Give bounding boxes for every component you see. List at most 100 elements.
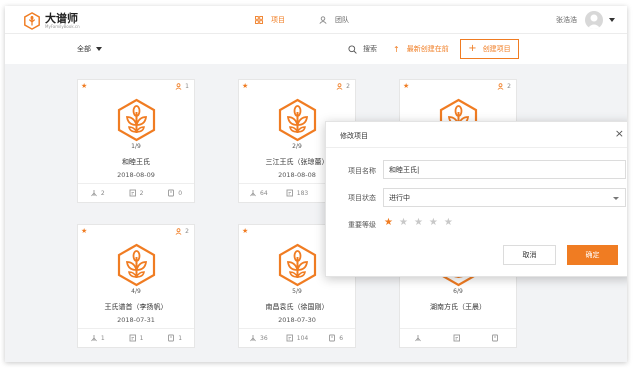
project-name-label: 项目名称: [348, 167, 376, 175]
card-stat: 2: [78, 189, 117, 197]
member-count: 2: [336, 83, 350, 90]
card-stats: [400, 328, 516, 347]
rating-star-icon[interactable]: ★: [384, 218, 393, 228]
card-progress: 6/9: [453, 288, 463, 295]
star-icon[interactable]: ★: [403, 83, 409, 90]
tree-icon: [250, 190, 256, 197]
logo[interactable]: 大谱师 MyFamilyBook.cn: [23, 12, 80, 30]
filter-dropdown[interactable]: 全部: [77, 34, 102, 64]
team-icon: [319, 16, 327, 24]
card-stat-value: 1: [178, 334, 183, 342]
family-tree-icon: [117, 243, 156, 287]
project-status-label: 项目状态: [348, 194, 376, 202]
star-icon[interactable]: ★: [242, 83, 248, 90]
card-stat-value: 183: [296, 189, 309, 197]
star-icon[interactable]: ★: [242, 228, 248, 235]
tree-icon: [414, 335, 421, 342]
tree-icon: [250, 335, 256, 342]
search-icon: [348, 44, 357, 54]
logo-title: 大谱师: [45, 12, 78, 25]
edit-project-dialog: 修改项目 × 项目名称 项目状态 进行中 重要等级 ★ ★ ★ ★ ★ 取消 确定: [325, 121, 627, 277]
project-status-value: 进行中: [389, 193, 410, 202]
rating-star-icon[interactable]: ★: [444, 218, 453, 228]
logo-subtitle: MyFamilyBook.cn: [45, 24, 80, 29]
chevron-down-icon: [96, 47, 102, 51]
card-stat-value: 2: [100, 189, 105, 197]
project-name-input[interactable]: [389, 165, 625, 174]
create-project-label: 创建项目: [482, 45, 511, 53]
rating-star-icon[interactable]: ★: [414, 218, 423, 228]
family-tree-icon: [278, 98, 317, 142]
avatar[interactable]: [585, 11, 603, 29]
card-stat-value: 2: [139, 189, 144, 197]
member-count: 1: [175, 83, 189, 90]
project-card[interactable]: ★ 1 1/9 和睦王氏 2018-08-09 2 2 0: [77, 79, 195, 203]
edit-icon: [453, 334, 460, 342]
chevron-down-icon[interactable]: [609, 18, 615, 22]
card-stat: 2: [117, 189, 156, 197]
search-button[interactable]: 搜索: [348, 34, 377, 64]
star-icon[interactable]: ★: [81, 228, 87, 235]
family-tree-icon: [278, 243, 317, 287]
document-icon: [168, 189, 175, 197]
card-stat: [400, 334, 439, 342]
card-stat-value: 36: [260, 334, 268, 342]
card-stats: 1 1 1: [78, 328, 194, 347]
card-stat: 1: [117, 334, 156, 342]
card-title: 王氏谱首（李扬帆）: [104, 303, 168, 311]
card-stat: [439, 334, 478, 342]
tree-icon: [91, 190, 97, 197]
rating-star-icon[interactable]: ★: [429, 218, 438, 228]
card-title: 湖南方氏（王晨）: [430, 303, 486, 311]
document-icon: [492, 334, 499, 342]
rating-star-icon[interactable]: ★: [399, 218, 408, 228]
importance-rating[interactable]: ★ ★ ★ ★ ★: [384, 218, 459, 228]
card-stat-value: 0: [178, 189, 183, 197]
project-card[interactable]: ★ 2 4/9 王氏谱首（李扬帆） 2018-07-31 1 1 1: [77, 224, 195, 348]
member-count-value: 2: [507, 83, 511, 90]
card-progress: 4/9: [131, 288, 141, 295]
project-name-field[interactable]: [383, 160, 626, 179]
card-date: 2018-07-31: [117, 316, 155, 324]
chevron-down-icon: [613, 197, 619, 200]
card-date: 2018-08-09: [117, 171, 155, 179]
cancel-button[interactable]: 取消: [503, 245, 556, 265]
project-status-select[interactable]: 进行中: [383, 188, 626, 207]
card-stat: 104: [278, 334, 317, 342]
document-icon: [329, 334, 336, 342]
dialog-header: 修改项目 ×: [326, 122, 627, 148]
create-project-button[interactable]: + 创建项目: [460, 39, 519, 59]
member-count-value: 2: [185, 228, 189, 235]
card-title: 南昌袁氏（徐国刚）: [265, 303, 329, 311]
nav-team[interactable]: 团队: [319, 6, 349, 34]
app-window: 大谱师 MyFamilyBook.cn 项目 团队 张浩浩 全部 搜索 ↑ 最新…: [5, 6, 627, 362]
member-count: 2: [497, 83, 511, 90]
card-stat: [477, 334, 516, 342]
nav-projects-label: 项目: [271, 16, 285, 24]
card-stat: 64: [239, 189, 278, 197]
card-stats: 36 104 6: [239, 328, 355, 347]
sort-toggle[interactable]: ↑ 最新创建在前: [393, 34, 449, 64]
card-progress: 1/9: [131, 143, 141, 150]
close-icon[interactable]: ×: [615, 128, 624, 139]
importance-label: 重要等级: [348, 221, 376, 229]
card-stats: 2 2 0: [78, 183, 194, 202]
user-menu[interactable]: 张浩浩: [556, 11, 615, 29]
card-date: 2018-07-30: [278, 316, 316, 324]
star-icon[interactable]: ★: [81, 83, 87, 90]
card-stat: 1: [155, 334, 194, 342]
nav-projects[interactable]: 项目: [255, 6, 285, 34]
family-tree-icon: [117, 98, 156, 142]
card-progress: 5/9: [292, 288, 302, 295]
edit-icon: [286, 189, 293, 197]
tree-icon: [91, 335, 97, 342]
arrow-up-icon: ↑: [393, 44, 400, 54]
logo-icon: [24, 12, 40, 30]
card-stat: 36: [239, 334, 278, 342]
document-icon: [168, 334, 175, 342]
person-icon: [175, 83, 182, 90]
filter-label: 全部: [77, 45, 91, 53]
dialog-title: 修改项目: [340, 132, 368, 140]
user-avatar-icon: [587, 14, 601, 29]
confirm-button[interactable]: 确定: [567, 245, 618, 265]
